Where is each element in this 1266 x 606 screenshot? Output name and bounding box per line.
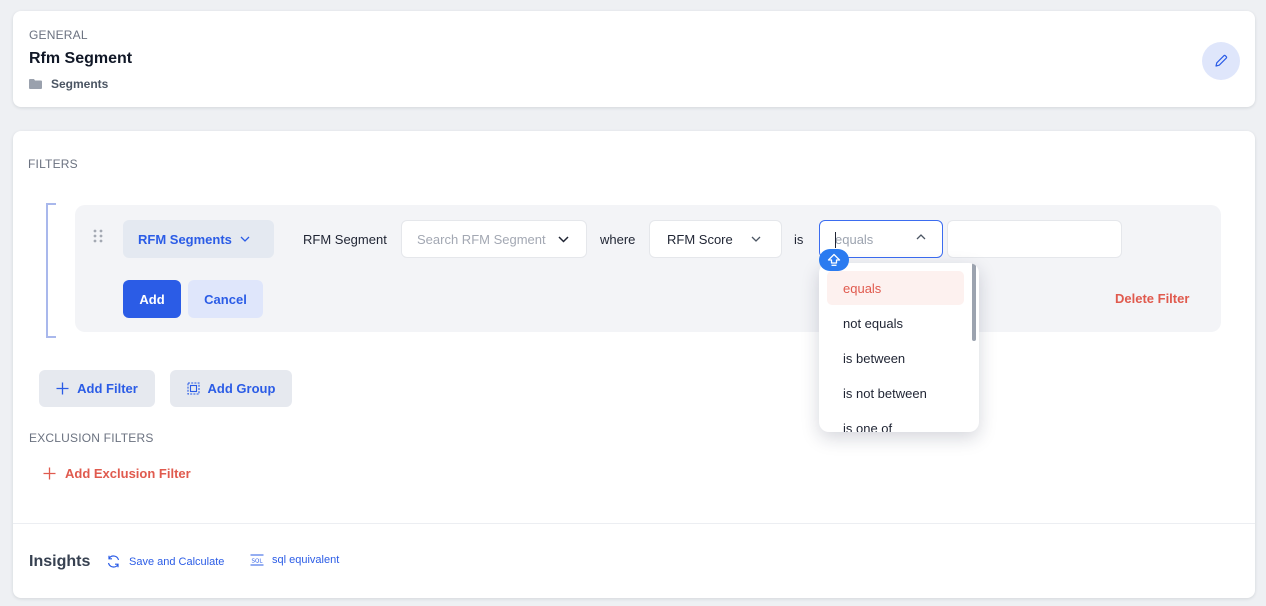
attribute-select[interactable]: RFM Score (649, 220, 782, 258)
scroll-up-icon (827, 253, 841, 266)
operator-select-value: equals (835, 231, 874, 247)
filters-section-label: FILTERS (28, 157, 78, 171)
add-exclusion-label: Add Exclusion Filter (65, 466, 191, 481)
operator-option[interactable]: is one of (827, 411, 964, 433)
dropdown-scrollbar[interactable] (972, 263, 976, 341)
add-filter-button[interactable]: Add Filter (39, 370, 155, 407)
save-and-calculate-label: Save and Calculate (129, 555, 225, 568)
add-group-button[interactable]: Add Group (170, 370, 292, 407)
drag-handle-icon[interactable] (93, 229, 103, 243)
exclusion-section-label: EXCLUSION FILTERS (29, 431, 154, 445)
text-cursor (835, 232, 836, 248)
sql-equivalent-label: sql equivalent (272, 554, 340, 566)
attribute-select-label: RFM Score (667, 231, 733, 247)
sql-equivalent-button[interactable]: SQL sql equivalent (250, 554, 339, 566)
plus-icon (43, 467, 56, 480)
add-button[interactable]: Add (123, 280, 181, 318)
add-filter-label: Add Filter (77, 381, 138, 396)
operator-option[interactable]: equals (827, 271, 964, 305)
chevron-up-icon (916, 234, 926, 240)
filter-group-bracket (46, 203, 56, 338)
category-select[interactable]: RFM Segments (123, 220, 274, 258)
folder-breadcrumb[interactable]: Segments (29, 77, 108, 91)
general-section-label: GENERAL (29, 28, 88, 42)
cancel-button[interactable]: Cancel (188, 280, 263, 318)
insights-title: Insights (29, 553, 91, 570)
operator-value-input[interactable] (947, 220, 1122, 258)
group-icon (186, 382, 200, 395)
divider (13, 523, 1255, 524)
general-card: GENERAL Rfm Segment Segments (13, 11, 1255, 107)
pencil-icon (1215, 54, 1228, 67)
add-group-label: Add Group (207, 381, 276, 396)
add-exclusion-filter-button[interactable]: Add Exclusion Filter (43, 466, 191, 481)
refresh-icon (107, 555, 120, 568)
chevron-down-icon (240, 236, 250, 242)
operator-option[interactable]: is not between (827, 376, 964, 410)
operator-option[interactable]: is between (827, 341, 964, 375)
plus-icon (56, 382, 69, 395)
where-label: where (600, 232, 636, 247)
scroll-up-button[interactable] (819, 249, 849, 271)
filters-card: FILTERS RFM Segments RFM Segment Search … (13, 131, 1255, 598)
value-search-select[interactable]: Search RFM Segment (401, 220, 587, 258)
edit-button[interactable] (1202, 42, 1240, 80)
operator-dropdown-menu: equals not equals is between is not betw… (819, 263, 979, 432)
segment-title: Rfm Segment (29, 50, 133, 67)
folder-label: Segments (51, 77, 109, 91)
delete-filter-button[interactable]: Delete Filter (1115, 291, 1189, 306)
is-label: is (794, 232, 804, 247)
value-search-placeholder: Search RFM Segment (417, 231, 546, 247)
field-label: RFM Segment (303, 232, 387, 247)
svg-text:SQL: SQL (252, 559, 264, 565)
chevron-down-icon (751, 236, 761, 242)
sql-icon: SQL (250, 554, 264, 566)
chevron-down-icon (558, 235, 569, 243)
folder-icon (29, 79, 42, 89)
category-select-label: RFM Segments (138, 231, 232, 247)
save-and-calculate-button[interactable]: Save and Calculate (106, 554, 224, 569)
operator-option[interactable]: not equals (827, 306, 964, 340)
